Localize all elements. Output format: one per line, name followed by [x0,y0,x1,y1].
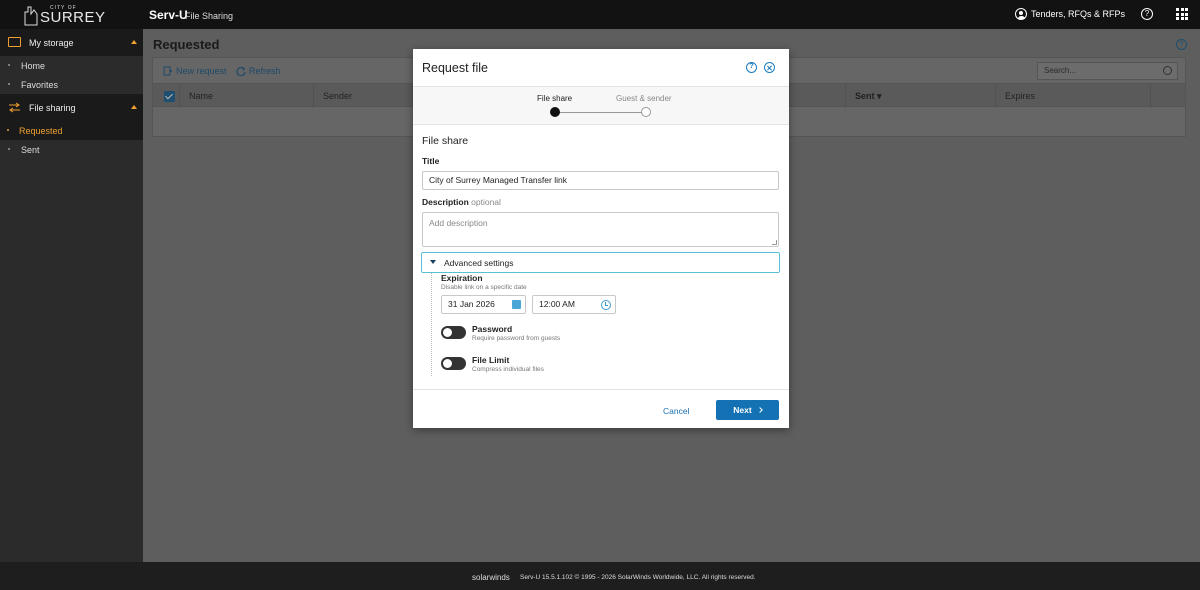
page-help-icon[interactable]: ? [1176,39,1187,50]
user-icon [1015,8,1027,20]
sidebar-section-file-sharing[interactable]: File sharing [0,94,143,121]
copyright-text: Serv-U 15.5.1.102 © 1995 - 2026 SolarWin… [520,574,756,581]
dialog-footer: Cancel Next [413,389,789,428]
new-request-icon [163,66,172,76]
folder-icon [8,37,21,47]
refresh-label: Refresh [249,66,281,76]
optional-tag: optional [471,197,501,207]
city-logo[interactable]: CITY OF SURREY [24,3,105,27]
file-limit-label: File Limit [472,355,510,365]
advanced-settings-label: Advanced settings [444,258,514,268]
close-icon[interactable] [764,62,775,73]
resize-handle[interactable] [772,240,777,245]
password-sublabel: Require password from guests [472,335,561,342]
app-subtitle: File Sharing [185,11,234,21]
sidebar-item-home[interactable]: Home [0,56,143,75]
column-sent[interactable]: Sent ▾ [855,91,882,102]
account-link[interactable]: Tenders, RFQs & RFPs [1015,7,1125,21]
account-link-label: Tenders, RFQs & RFPs [1031,9,1126,19]
refresh-icon [236,66,246,76]
sidebar-item-label: Sent [21,145,40,155]
password-label: Password [472,324,513,334]
advanced-settings-guide [431,273,432,376]
expiration-sublabel: Disable link on a specific date [441,284,527,291]
dialog-title: Request file [422,61,489,75]
app-grid-icon[interactable] [1176,8,1188,20]
search-input[interactable]: Search... [1037,62,1178,80]
page-title: Requested [153,37,220,52]
app-title: Serv-U [149,8,188,22]
new-request-button[interactable]: New request [163,66,227,76]
new-request-label: New request [176,66,227,76]
calendar-icon[interactable] [512,300,521,309]
expiration-date-input[interactable]: 31 Jan 2026 [441,295,526,314]
expiration-label: Expiration [441,273,483,283]
search-placeholder: Search... [1044,66,1077,75]
file-limit-toggle[interactable] [441,357,466,370]
column-sender[interactable]: Sender [323,91,352,101]
step-1-indicator [550,107,560,117]
expiration-date-value: 31 Jan 2026 [448,299,495,309]
expiration-time-input[interactable]: 12:00 AM [532,295,616,314]
password-toggle[interactable] [441,326,466,339]
next-button[interactable]: Next [716,400,779,420]
sidebar-item-label: Favorites [21,80,59,90]
title-input[interactable]: City of Surrey Managed Transfer link [422,171,779,190]
step-file-share-label: File share [537,94,573,103]
step-connector [555,112,646,113]
step-2-indicator [641,107,651,117]
skyline-icon [24,6,38,26]
file-sharing-icon [9,102,20,113]
request-file-dialog: Request file ? File share Guest & sender… [413,49,789,428]
sidebar-section-label: My storage [29,38,74,48]
chevron-right-icon [756,407,763,413]
solarwinds-logo: solarwinds [472,573,510,582]
sidebar-item-label: Home [21,61,46,71]
wizard-stepper: File share Guest & sender [413,87,789,125]
sort-down-icon: ▾ [877,91,882,101]
caret-up-icon [131,40,137,44]
step-guest-sender-label: Guest & sender [616,94,672,103]
logo-name-text: SURREY [40,9,106,26]
title-label: Title [422,156,440,166]
expiration-time-value: 12:00 AM [539,299,575,309]
top-bar: CITY OF SURREY Serv-U File Sharing Tende… [0,0,1200,29]
refresh-button[interactable]: Refresh [236,66,281,76]
clock-icon[interactable] [601,300,611,310]
description-input[interactable]: Add description [422,212,779,247]
sidebar-item-requested[interactable]: Requested [0,121,143,140]
advanced-settings-toggle[interactable]: Advanced settings [421,252,780,273]
dialog-help-icon[interactable]: ? [746,62,757,73]
select-all-checkbox[interactable] [164,91,175,102]
sidebar-item-sent[interactable]: Sent [0,140,143,159]
cancel-button[interactable]: Cancel [663,406,689,416]
sidebar-section-my-storage[interactable]: My storage [0,29,143,56]
footer: solarwinds Serv-U 15.5.1.102 © 1995 - 20… [0,562,1200,590]
caret-down-icon [430,260,436,264]
column-name[interactable]: Name [189,91,213,101]
column-expires[interactable]: Expires [1005,91,1035,101]
sidebar-section-label: File sharing [29,103,76,113]
section-title: File share [422,135,469,147]
description-placeholder: Add description [429,218,488,228]
sidebar: My storage Home Favorites File sharing R… [0,29,143,562]
sidebar-item-label: Requested [19,126,63,136]
help-icon[interactable]: ? [1141,8,1153,20]
search-icon[interactable] [1163,66,1172,75]
file-limit-sublabel: Compress individual files [472,366,544,373]
sidebar-item-favorites[interactable]: Favorites [0,75,143,94]
description-label: Description optional [422,197,501,207]
dialog-header: Request file ? [413,49,789,87]
next-label: Next [733,405,752,415]
caret-up-icon [131,105,137,109]
